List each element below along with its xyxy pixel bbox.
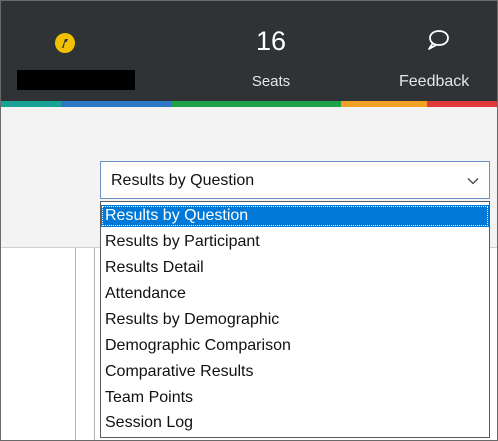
chevron-down-icon <box>467 178 479 185</box>
seats-label: Seats <box>251 73 291 90</box>
column-divider <box>75 248 76 440</box>
dropdown-option-results-by-participant[interactable]: Results by Participant <box>101 231 489 253</box>
dropdown-option-session-log[interactable]: Session Log <box>101 412 489 434</box>
speech-bubble-icon[interactable] <box>427 29 451 51</box>
column-divider <box>94 248 95 440</box>
feedback-label[interactable]: Feedback <box>399 72 497 92</box>
dropdown-option-results-detail[interactable]: Results Detail <box>101 257 489 279</box>
top-toolbar: 16 Seats Feedback <box>1 1 497 101</box>
dropdown-option-results-by-question[interactable]: Results by Question <box>101 205 489 227</box>
dropdown-option-results-by-demographic[interactable]: Results by Demographic <box>101 309 489 331</box>
report-type-select[interactable]: Results by Question <box>100 161 490 199</box>
dropdown-option-comparative-results[interactable]: Comparative Results <box>101 361 489 383</box>
dropdown-option-attendance[interactable]: Attendance <box>101 283 489 305</box>
dropdown-option-demographic-comparison[interactable]: Demographic Comparison <box>101 335 489 357</box>
user-name-redacted <box>17 70 135 90</box>
seats-count: 16 <box>255 26 287 56</box>
report-type-dropdown: Results by Question Results by Participa… <box>100 201 490 438</box>
logo-icon[interactable] <box>54 32 76 54</box>
dropdown-option-team-points[interactable]: Team Points <box>101 387 489 409</box>
report-type-select-value: Results by Question <box>111 172 255 189</box>
app-window: 16 Seats Feedback Results by Question Re… <box>0 0 498 441</box>
